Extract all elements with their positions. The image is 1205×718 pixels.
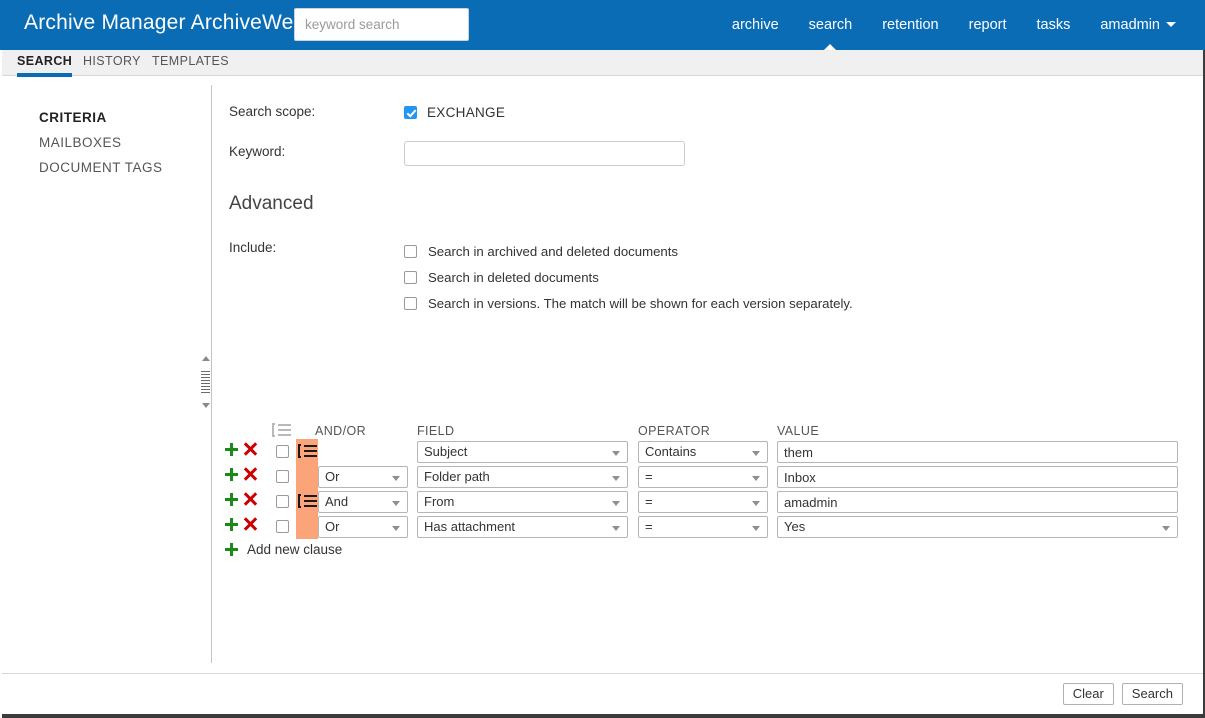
- include-versions-checkbox[interactable]: [404, 297, 417, 310]
- add-new-clause-label: Add new clause: [247, 542, 343, 557]
- nav-item-search[interactable]: search: [794, 0, 868, 50]
- include-option-label: Search in archived and deleted documents: [428, 244, 678, 259]
- include-deleted-checkbox[interactable]: [404, 271, 417, 284]
- value-input[interactable]: [777, 441, 1178, 463]
- field-select[interactable]: From: [417, 491, 628, 513]
- keyword-search-input[interactable]: [294, 8, 469, 41]
- exchange-label: EXCHANGE: [427, 105, 506, 120]
- operator-select[interactable]: =: [638, 491, 768, 513]
- window-bottom-edge: [0, 714, 1205, 718]
- operator-select[interactable]: =: [638, 466, 768, 488]
- chevron-down-icon: [1166, 21, 1176, 27]
- footer-divider: [0, 673, 1205, 674]
- column-header-andor: AND/OR: [315, 424, 367, 438]
- keyword-field[interactable]: [404, 141, 685, 166]
- tab-strip: SEARCH HISTORY TEMPLATES: [0, 50, 1205, 77]
- include-label: Include:: [229, 240, 277, 255]
- include-option-label: Search in versions. The match will be sh…: [428, 296, 853, 311]
- panel-splitter-handle[interactable]: [201, 356, 210, 408]
- sidebar-item-document-tags[interactable]: DOCUMENT TAGS: [39, 160, 163, 175]
- keyword-label: Keyword:: [229, 144, 286, 159]
- remove-row-icon[interactable]: [243, 442, 257, 456]
- search-button[interactable]: Search: [1121, 683, 1183, 705]
- column-header-operator: OPERATOR: [638, 424, 711, 438]
- app-header: Archive Manager ArchiveWeb archive searc…: [0, 0, 1205, 50]
- sidebar-item-criteria[interactable]: CRITERIA: [39, 110, 107, 125]
- search-scope-option[interactable]: EXCHANGE: [404, 105, 505, 120]
- remove-row-icon[interactable]: [243, 467, 257, 481]
- tab-search[interactable]: SEARCH: [17, 54, 73, 77]
- sidebar-divider: [211, 85, 212, 663]
- chevron-up-icon: [201, 356, 210, 361]
- value-select[interactable]: Yes: [777, 516, 1178, 538]
- include-option-label: Search in deleted documents: [428, 270, 599, 285]
- andor-select[interactable]: And: [318, 491, 408, 513]
- field-select[interactable]: Has attachment: [417, 516, 628, 538]
- row-select-checkbox[interactable]: [276, 520, 289, 533]
- group-icon[interactable]: [298, 494, 317, 513]
- column-header-field: FIELD: [417, 424, 455, 438]
- operator-select[interactable]: =: [638, 516, 768, 538]
- row-select-checkbox[interactable]: [276, 470, 289, 483]
- include-option-archived-deleted[interactable]: Search in archived and deleted documents: [404, 244, 678, 259]
- include-option-deleted[interactable]: Search in deleted documents: [404, 270, 599, 285]
- group-icon[interactable]: [298, 444, 317, 463]
- row-select-checkbox[interactable]: [276, 445, 289, 458]
- user-menu-label: amadmin: [1100, 17, 1160, 33]
- nav-item-retention[interactable]: retention: [867, 0, 953, 50]
- nav-item-report[interactable]: report: [954, 0, 1022, 50]
- nav-item-tasks[interactable]: tasks: [1022, 0, 1086, 50]
- remove-row-icon[interactable]: [243, 492, 257, 506]
- include-option-versions[interactable]: Search in versions. The match will be sh…: [404, 296, 853, 311]
- top-navigation: archive search retention report tasks am…: [717, 0, 1191, 50]
- app-title: Archive Manager ArchiveWeb: [24, 11, 306, 34]
- add-row-icon[interactable]: [224, 517, 239, 532]
- andor-select[interactable]: Or: [318, 516, 408, 538]
- operator-select[interactable]: Contains: [638, 441, 768, 463]
- advanced-section-title: Advanced: [229, 193, 314, 214]
- footer-actions: Clear Search: [1062, 683, 1183, 705]
- add-row-icon[interactable]: [224, 442, 239, 457]
- exchange-checkbox[interactable]: [404, 106, 417, 119]
- column-header-value: VALUE: [777, 424, 820, 438]
- sidebar-item-mailboxes[interactable]: MAILBOXES: [39, 135, 122, 150]
- search-scope-label: Search scope:: [229, 104, 316, 119]
- group-column-header-icon: [272, 423, 291, 442]
- include-archived-deleted-checkbox[interactable]: [404, 245, 417, 258]
- tab-history[interactable]: HISTORY: [83, 54, 141, 74]
- grip-lines-icon: [201, 371, 210, 393]
- remove-row-icon[interactable]: [243, 517, 257, 531]
- plus-icon: [224, 542, 239, 557]
- row-select-checkbox[interactable]: [276, 495, 289, 508]
- clear-button[interactable]: Clear: [1062, 683, 1114, 705]
- window-left-edge: [0, 50, 2, 718]
- add-new-clause-button[interactable]: Add new clause: [224, 542, 342, 557]
- chevron-down-icon: [201, 403, 210, 408]
- add-row-icon[interactable]: [224, 467, 239, 482]
- andor-select[interactable]: Or: [318, 466, 408, 488]
- add-row-icon[interactable]: [224, 492, 239, 507]
- field-select[interactable]: Subject: [417, 441, 628, 463]
- field-select[interactable]: Folder path: [417, 466, 628, 488]
- value-input[interactable]: [777, 491, 1178, 513]
- nav-item-user-menu[interactable]: amadmin: [1085, 0, 1191, 50]
- nav-item-archive[interactable]: archive: [717, 0, 794, 50]
- sidebar: CRITERIA MAILBOXES DOCUMENT TAGS: [0, 76, 212, 664]
- tab-templates[interactable]: TEMPLATES: [152, 54, 229, 74]
- value-input[interactable]: [777, 466, 1178, 488]
